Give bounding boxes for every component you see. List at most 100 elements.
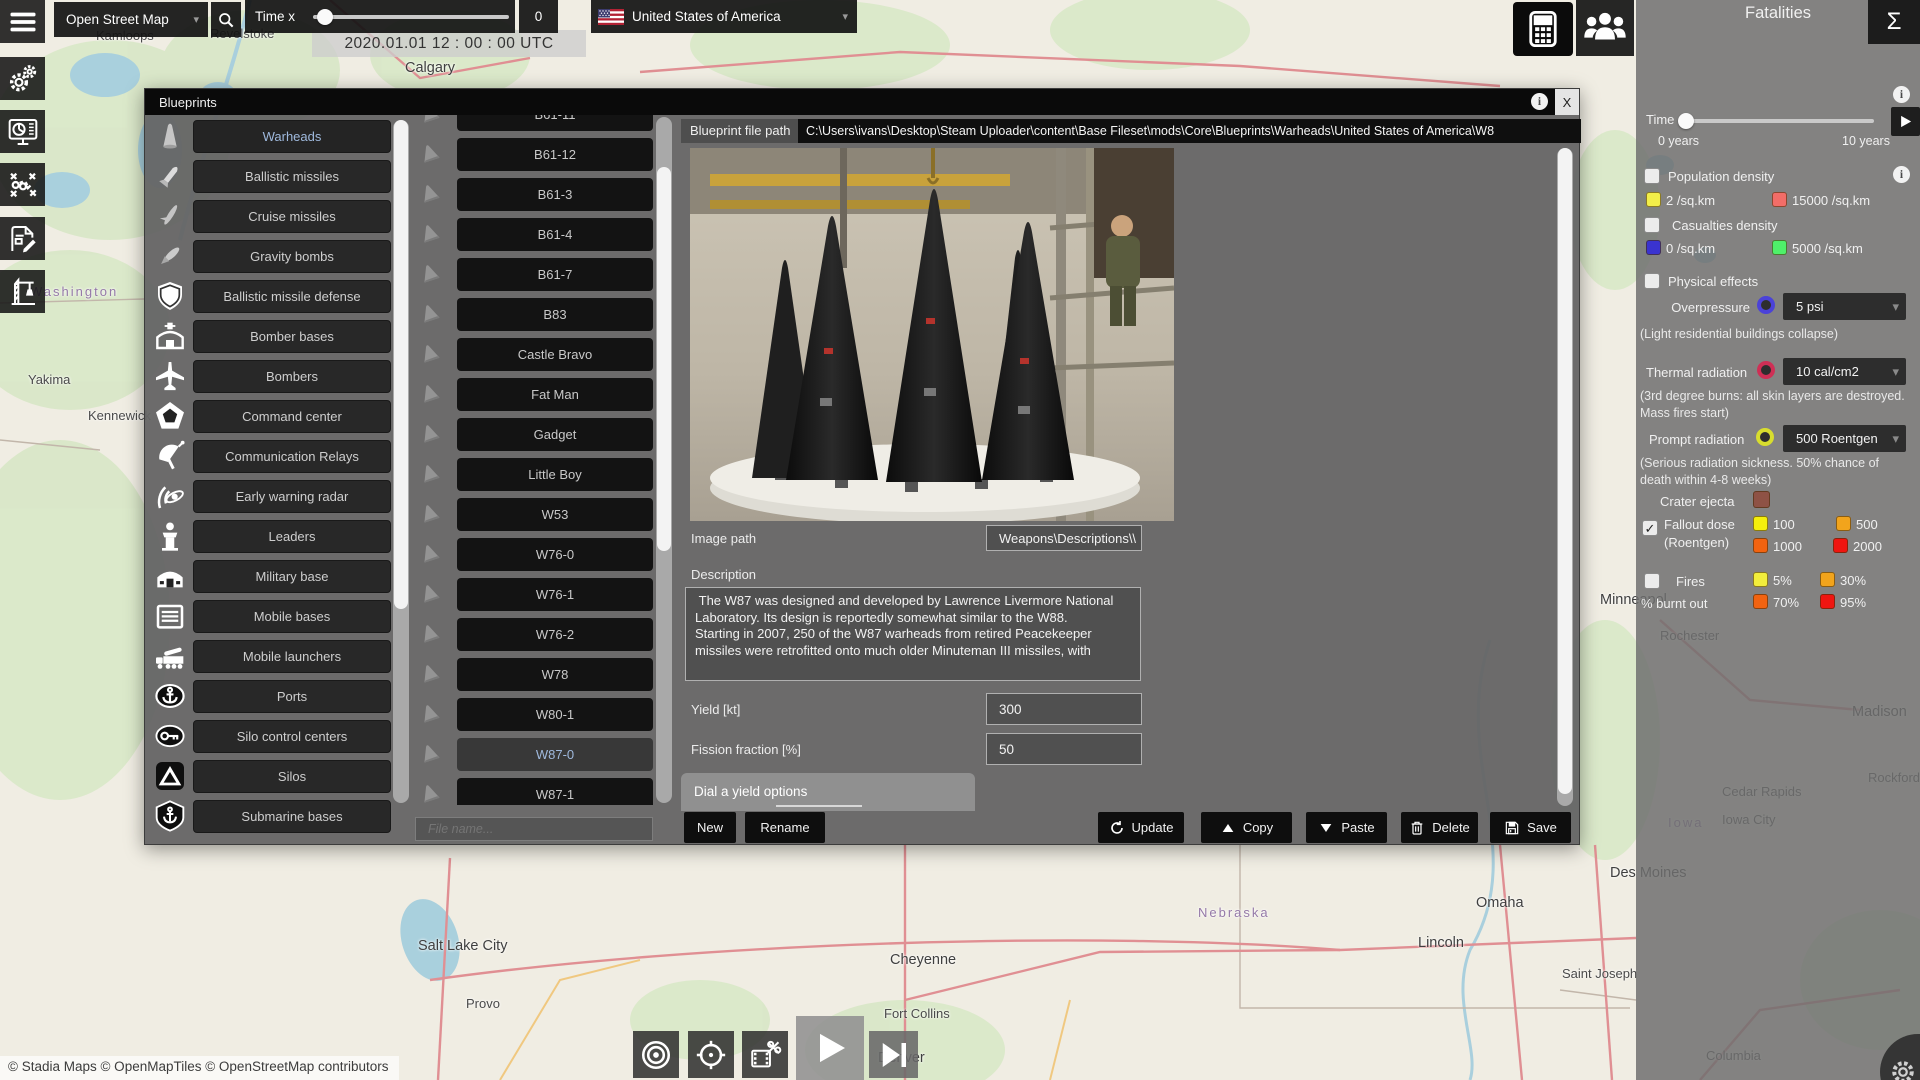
country-dropdown[interactable]: United States of America ▾ bbox=[591, 0, 857, 33]
warhead-w87-1[interactable]: W87-1 bbox=[457, 778, 653, 805]
close-button[interactable]: X bbox=[1555, 89, 1579, 115]
blueprints-button[interactable] bbox=[0, 217, 45, 260]
file-name-input[interactable] bbox=[415, 817, 653, 841]
category-ballistic-missile-defense[interactable]: Ballistic missile defense bbox=[193, 280, 391, 313]
delete-button[interactable]: Delete bbox=[1401, 812, 1478, 843]
population-density-checkbox[interactable] bbox=[1644, 168, 1660, 184]
category-scrollbar-thumb[interactable] bbox=[394, 120, 408, 609]
warhead-w76-2[interactable]: W76-2 bbox=[457, 618, 653, 651]
fires-checkbox[interactable] bbox=[1644, 573, 1660, 589]
category-military-base[interactable]: Military base bbox=[193, 560, 391, 593]
category-communication-relays[interactable]: Communication Relays bbox=[193, 440, 391, 473]
warhead-b61-11[interactable]: B61-11 bbox=[457, 115, 653, 131]
save-button[interactable]: Save bbox=[1490, 812, 1571, 843]
blueprints-dialog: Blueprints X Warheads Ballistic missiles C… bbox=[144, 88, 1581, 845]
casualties-density-checkbox[interactable] bbox=[1644, 217, 1660, 233]
description-label: Description bbox=[691, 567, 757, 582]
warhead-fat-man[interactable]: Fat Man bbox=[457, 378, 653, 411]
warhead-row-w87-0: W87-0 bbox=[415, 738, 673, 771]
time-speed-slider-thumb[interactable] bbox=[317, 9, 333, 25]
rename-button[interactable]: Rename bbox=[745, 812, 825, 843]
warhead-w80-1[interactable]: W80-1 bbox=[457, 698, 653, 731]
overpressure-dropdown[interactable]: 5 psi bbox=[1783, 293, 1906, 320]
category-silos[interactable]: Silos bbox=[193, 760, 391, 793]
warhead-b83[interactable]: B83 bbox=[457, 298, 653, 331]
category-ports[interactable]: Ports bbox=[193, 680, 391, 713]
warhead-scrollbar-thumb[interactable] bbox=[657, 167, 671, 551]
fission-fraction-input[interactable] bbox=[986, 733, 1142, 765]
settings-button[interactable] bbox=[0, 57, 45, 100]
play-button[interactable] bbox=[796, 1016, 864, 1080]
copy-button[interactable]: Copy bbox=[1201, 812, 1292, 843]
category-mobile-launchers[interactable]: Mobile launchers bbox=[193, 640, 391, 673]
category-command-center[interactable]: Command center bbox=[193, 400, 391, 433]
time-info-icon[interactable] bbox=[1893, 86, 1910, 103]
dialog-titlebar[interactable]: Blueprints X bbox=[145, 89, 1579, 115]
warhead-w53[interactable]: W53 bbox=[457, 498, 653, 531]
time-speed-control: Time x bbox=[245, 0, 515, 33]
search-button[interactable] bbox=[211, 2, 241, 37]
category-gravity-bombs[interactable]: Gravity bombs bbox=[193, 240, 391, 273]
target-mode-button[interactable] bbox=[633, 1031, 679, 1078]
population-info-icon[interactable] bbox=[1893, 166, 1910, 183]
construction-button[interactable] bbox=[0, 270, 45, 313]
panel-time-label: Time bbox=[1646, 112, 1675, 127]
warhead-b61-7[interactable]: B61-7 bbox=[457, 258, 653, 291]
fatalities-time-slider[interactable] bbox=[1682, 119, 1874, 123]
paste-button[interactable]: Paste bbox=[1306, 812, 1387, 843]
category-warheads[interactable]: Warheads bbox=[193, 120, 391, 153]
category-mobile-bases[interactable]: Mobile bases bbox=[193, 600, 391, 633]
map-style-dropdown[interactable]: Open Street Map ▾ bbox=[54, 2, 208, 37]
fallout-dose-checkbox[interactable]: ✓ bbox=[1642, 520, 1658, 536]
warhead-gadget[interactable]: Gadget bbox=[457, 418, 653, 451]
warhead-row-w80-1: W80-1 bbox=[415, 698, 673, 731]
description-text[interactable]: The W87 was designed and developed by La… bbox=[685, 587, 1141, 681]
overpressure-note: (Light residential buildings collapse) bbox=[1640, 327, 1839, 341]
warhead-b61-4[interactable]: B61-4 bbox=[457, 218, 653, 251]
fires-label: Fires bbox=[1676, 574, 1705, 589]
category-ballistic-missiles[interactable]: Ballistic missiles bbox=[193, 160, 391, 193]
update-button[interactable]: Update bbox=[1098, 812, 1184, 843]
fatalities-time-slider-thumb[interactable] bbox=[1678, 113, 1694, 129]
thermal-radiation-dropdown[interactable]: 10 cal/cm2 bbox=[1783, 358, 1906, 385]
population-button[interactable] bbox=[1576, 0, 1634, 56]
file-path-value[interactable]: C:\Users\ivans\Desktop\Steam Uploader\co… bbox=[798, 119, 1581, 143]
category-cruise-missiles[interactable]: Cruise missiles bbox=[193, 200, 391, 233]
info-icon[interactable] bbox=[1531, 93, 1548, 110]
panel-play-button[interactable] bbox=[1891, 107, 1920, 136]
calculator-button[interactable] bbox=[1513, 2, 1573, 56]
menu-button[interactable] bbox=[0, 0, 45, 43]
video-edit-button[interactable] bbox=[742, 1031, 788, 1078]
category-submarine-bases[interactable]: Submarine bases bbox=[193, 800, 391, 833]
detail-scrollbar-thumb[interactable] bbox=[1558, 148, 1572, 794]
warhead-b61-3[interactable]: B61-3 bbox=[457, 178, 653, 211]
prompt-radiation-dropdown[interactable]: 500 Roentgen bbox=[1783, 425, 1906, 452]
statistics-button[interactable] bbox=[0, 110, 45, 153]
category-early-warning-radar[interactable]: Early warning radar bbox=[193, 480, 391, 513]
new-button[interactable]: New bbox=[684, 812, 736, 843]
gears-icon bbox=[7, 63, 39, 95]
warhead-w78[interactable]: W78 bbox=[457, 658, 653, 691]
strategy-button[interactable] bbox=[0, 163, 45, 206]
image-path-input[interactable] bbox=[986, 525, 1142, 551]
map-label-omaha: Omaha bbox=[1476, 895, 1524, 911]
fires-swatch-30 bbox=[1820, 572, 1835, 587]
rename-button-label: Rename bbox=[760, 820, 810, 835]
category-leaders[interactable]: Leaders bbox=[193, 520, 391, 553]
physical-effects-checkbox[interactable] bbox=[1644, 273, 1660, 289]
map-label-nebraska: Nebraska bbox=[1198, 905, 1270, 920]
warhead-little-boy[interactable]: Little Boy bbox=[457, 458, 653, 491]
category-bombers[interactable]: Bombers bbox=[193, 360, 391, 393]
step-forward-button[interactable] bbox=[869, 1031, 918, 1078]
category-silo-control-centers[interactable]: Silo control centers bbox=[193, 720, 391, 753]
warhead-w76-0[interactable]: W76-0 bbox=[457, 538, 653, 571]
warhead-w76-1[interactable]: W76-1 bbox=[457, 578, 653, 611]
yield-input[interactable] bbox=[986, 693, 1142, 725]
warhead-w87-0[interactable]: W87-0 bbox=[457, 738, 653, 771]
time-speed-slider[interactable] bbox=[313, 15, 509, 19]
warhead-b61-12[interactable]: B61-12 bbox=[457, 138, 653, 171]
warhead-castle-bravo[interactable]: Castle Bravo bbox=[457, 338, 653, 371]
category-bomber-bases[interactable]: Bomber bases bbox=[193, 320, 391, 353]
locate-button[interactable] bbox=[688, 1031, 734, 1078]
sum-button[interactable]: Σ bbox=[1868, 0, 1920, 44]
